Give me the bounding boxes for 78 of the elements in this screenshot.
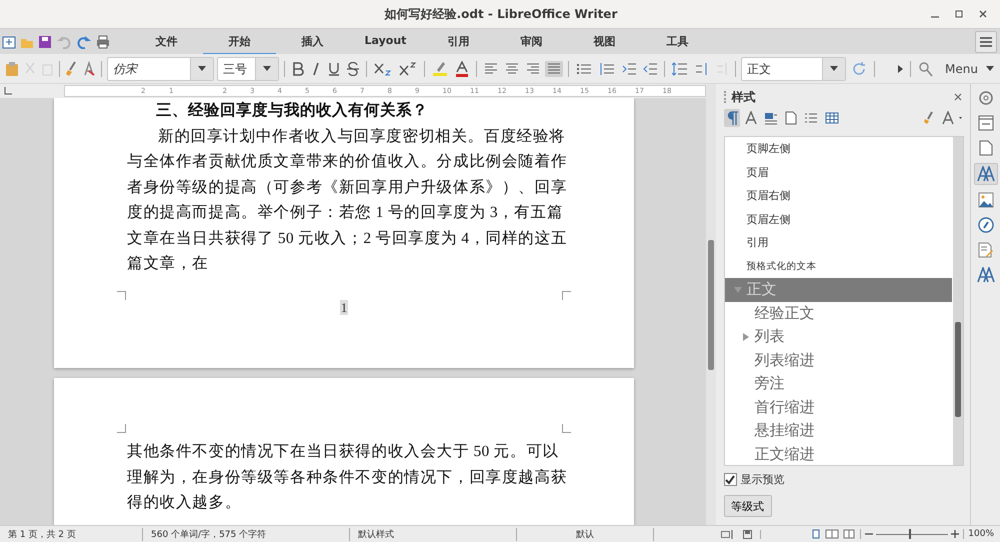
caret-icon[interactable] [986,66,994,71]
outdent-icon[interactable] [641,60,659,76]
tab-stop-icon[interactable] [4,87,12,95]
ribbon-tab[interactable]: 插入 [276,28,349,54]
style-item[interactable]: 首行缩进 [724,396,952,419]
checkbox[interactable] [724,473,737,486]
ribbon-tab[interactable]: 审阅 [495,28,568,54]
font-size-field[interactable]: 三号 [217,56,279,80]
style-item[interactable]: 列表缩进 [724,348,952,372]
scrollbar[interactable] [706,84,716,525]
heading-text: 三、经验回享度与我的收入有何关系？ [155,100,429,121]
word-count: 560 个单词/字，575 个字符 [143,528,350,540]
plus-icon[interactable] [951,530,960,538]
ribbon-tab[interactable]: 引用 [422,28,495,54]
line-spacing-icon[interactable] [670,60,690,78]
style-item[interactable]: 预格式化的文本 [724,254,952,278]
restore-icon[interactable] [954,9,964,19]
font-name-field[interactable]: 仿宋 [107,56,214,80]
ribbon-tab[interactable]: Layout [349,28,422,54]
page-styles-icon[interactable] [782,109,799,127]
style-item[interactable]: 列表 [724,325,952,348]
superscript-icon[interactable] [397,60,419,78]
page-count: 第 1 页，共 2 页 [0,528,143,540]
style-item[interactable]: 页眉 [724,160,952,184]
page-style: 默认样式 [350,528,517,540]
new-document-icon[interactable] [2,34,16,48]
panel-title: 样式 [732,88,757,106]
styles-icon[interactable] [974,265,997,285]
paragraph-styles-icon[interactable] [724,109,740,127]
caret-icon[interactable] [830,66,838,71]
bold-icon[interactable] [290,60,306,78]
new-style-icon[interactable] [940,109,964,127]
insert-mode-icon[interactable] [721,530,735,538]
style-item[interactable]: 旁注 [724,372,952,396]
justify-icon[interactable] [545,60,563,76]
save-status-icon[interactable] [743,530,752,538]
close-icon[interactable] [978,9,988,19]
menu-icon[interactable] [979,36,993,48]
close-icon[interactable] [952,91,964,103]
style-item[interactable]: 页眉左侧 [724,208,952,231]
caret-icon[interactable] [198,66,206,71]
align-center-icon[interactable] [503,60,521,76]
ribbon-tab[interactable]: 工具 [641,28,714,54]
character-styles-icon[interactable] [742,109,759,127]
style-item[interactable]: 正文缩进 [724,442,952,465]
expand-arrow-icon[interactable] [896,62,906,74]
paragraph-text: 新的回享计划中作者收入与回享度密切相关。百度经验将与全体作者贡献优质文章带来的价值收入。分成比例会随着作者身份等级的提高（可参考《新回享用户升级体系》）、回享度的提高而提高。举个例子：若您 1 号的回享度为 3，有五篇文章在当日共获得了 50 元收入；2 号回享度为 4，同样的这五篇文章，在 [127,126,568,274]
align-left-icon[interactable] [482,60,500,76]
styles-icon[interactable] [974,163,998,185]
zoom-level: 100% [968,529,995,539]
printer-icon[interactable] [96,34,110,48]
style-item[interactable]: 页脚左侧 [724,137,952,160]
table-styles-icon[interactable] [822,110,841,126]
paragraph-text: 其他条件不变的情况下在当日获得的收入会大于 50 元。可以理解为，在身份等级等各种条件不变的情况下，回享度越高获得的收入越多。 [127,442,568,513]
strikethrough-icon[interactable] [345,60,361,78]
style-item[interactable]: 经验正文 [724,302,952,325]
style-item[interactable]: 页眉右侧 [724,184,952,208]
save-icon[interactable] [38,34,52,48]
checkbox-label[interactable]: 显示预览 [740,472,785,487]
align-right-icon[interactable] [524,60,542,76]
page-layout-icon[interactable] [812,529,856,539]
menu-button[interactable] [975,30,997,52]
style-item[interactable]: 悬挂缩进 [724,419,952,442]
window-title: 如何写好经验.odt - LibreOffice Writer [384,6,618,22]
check-icon [725,474,736,484]
menu-dropdown[interactable]: Menu [939,60,1000,78]
ribbon-tab[interactable]: 视图 [568,28,641,54]
caret-icon[interactable] [263,66,271,71]
redo-icon[interactable] [76,34,92,48]
filter-dropdown[interactable]: 等级式 [724,495,772,517]
indent-icon[interactable] [620,60,638,76]
style-item[interactable]: 引用 [724,231,952,254]
page-number: 1 [340,300,348,314]
font-color-icon[interactable] [453,58,471,78]
clear-format-icon[interactable] [82,60,96,76]
paragraph-style-field[interactable]: 正文 [741,56,846,80]
ribbon-tab[interactable]: 文件 [130,28,203,54]
language: 默认 [517,528,654,540]
